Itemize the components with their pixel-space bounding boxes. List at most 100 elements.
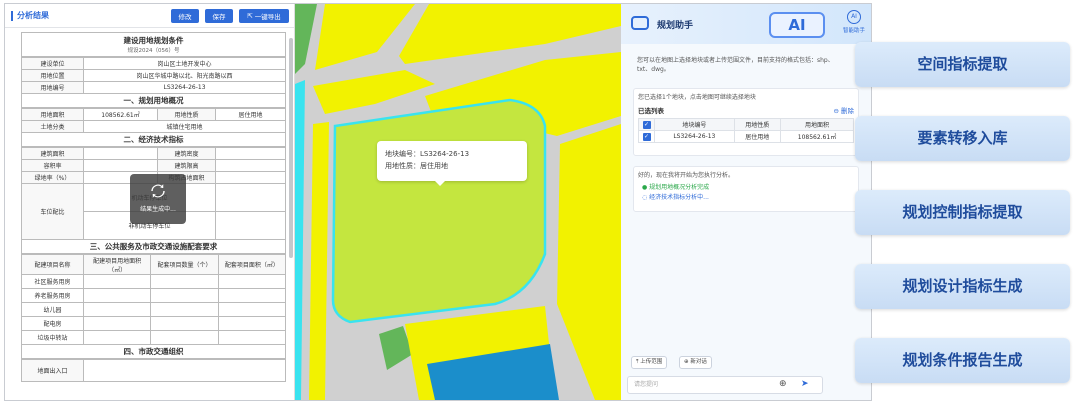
feature-element-import: 要素转移入库	[855, 116, 1070, 161]
row-area: 108562.61㎡	[779, 130, 855, 143]
step2-text: 经济技术指标分析中...	[649, 194, 709, 201]
facility-name: 养老服务用房	[21, 288, 84, 303]
intro-message: 您可以在地图上选择地块或者上传范围文件，目前支持的格式包括：shp、txt、dw…	[637, 57, 834, 73]
title-marker	[11, 10, 13, 21]
table-row: 幼儿园	[21, 302, 287, 317]
smart-assistant-button[interactable]: AI 智能助手	[839, 10, 869, 34]
parking-label: 车位配比	[21, 183, 84, 240]
delete-button[interactable]: ⊖ 删除	[833, 105, 854, 115]
unit-value: 岗山区土地开发中心	[83, 57, 286, 70]
check-icon: ●	[642, 184, 648, 191]
facility-header-land-area: 配建项目用地面积（㎡）	[82, 254, 152, 275]
step1-text: 规划用地概况分析完成	[649, 184, 710, 191]
save-button[interactable]: 保存	[205, 9, 233, 23]
step-running: ◌ 经济技术指标分析中...	[642, 193, 854, 203]
location-value: 岗山区华城中路以北、阳光南路以西	[83, 69, 286, 82]
planning-assistant-panel: 规划助手 AI AI 智能助手 您可以在地图上选择地块或者上传范围文件，目前支持…	[621, 4, 871, 400]
loading-icon: ◌	[642, 194, 648, 201]
upload-label: 上传范围	[640, 359, 663, 365]
scrollbar[interactable]	[289, 38, 293, 258]
land-overview-table: 用地面积 108562.61㎡ 用地性质 居住用地 土地分类 城镇住宅用地	[21, 108, 286, 133]
export-button[interactable]: ⇱ 一键导出	[239, 9, 289, 23]
entrance-label: 地面出入口	[21, 359, 84, 382]
export-icon: ⇱	[247, 12, 253, 20]
plot-tooltip: 地块编号：LS3264-26-13 用地性质：居住用地	[377, 141, 527, 186]
feature-design-indicator-generation: 规划设计指标生成	[855, 264, 1070, 309]
facility-header-count: 配套项目数量（个）	[150, 254, 219, 275]
upload-range-button[interactable]: ⤒ 上传范围	[631, 356, 668, 369]
analysis-card: 好的，现在我将开始为您执行分析。 ● 规划用地概况分析完成 ◌ 经济技术指标分析…	[633, 166, 859, 212]
smart-assistant-label: 智能助手	[842, 28, 865, 34]
row-nature: 居住用地	[733, 130, 781, 143]
row-checkbox[interactable]: ✓	[642, 132, 651, 141]
location-label: 用地位置	[21, 69, 84, 82]
feature-spatial-indicator-extraction: 空间指标提取	[855, 42, 1070, 87]
feature-report-generation: 规划条件报告生成	[855, 338, 1070, 383]
table-row: 垃圾中转站	[21, 330, 287, 345]
facility-name: 垃圾中转站	[21, 330, 84, 345]
upload-icon: ⤒	[636, 359, 639, 365]
loading-text: 结果生成中...	[140, 206, 176, 213]
table-row: 养老服务用房	[21, 288, 287, 303]
ai-assistant-icon: AI	[847, 10, 861, 24]
far-label: 容积率	[21, 159, 84, 172]
app-frame: 分析结果 修改 保存 ⇱ 一键导出 建设用地规划条件 规设2024（056）号 …	[4, 3, 872, 401]
loading-overlay: 结果生成中...	[130, 174, 186, 224]
row-plot-id: LS3264-26-13	[654, 130, 735, 143]
ai-badge: AI	[769, 12, 825, 38]
selected-plots-table: ✓ 地块编号 用地性质 用地面积 ✓ LS3264-26-13 居住用地 108…	[638, 118, 855, 143]
selected-list-title: 已选列表	[638, 107, 664, 115]
delete-icon: ⊖	[833, 107, 839, 115]
map-canvas[interactable]	[295, 4, 621, 400]
new-chat-button[interactable]: ⊕ 新对话	[679, 356, 712, 369]
feature-control-indicator-extraction: 规划控制指标提取	[855, 190, 1070, 235]
question-input[interactable]: 请您提问	[627, 376, 823, 394]
table-row: 社区服务用房	[21, 274, 287, 289]
edit-button[interactable]: 修改	[171, 9, 199, 23]
send-icon[interactable]: ➤	[801, 379, 809, 389]
section-economic-indicators: 二、经济技术指标	[21, 133, 286, 147]
facilities-table: 配建项目名称 配建项目用地面积（㎡） 配套项目数量（个） 配套项目面积（㎡） 社…	[21, 254, 287, 345]
plot-id-value: LS3264-26-13	[83, 81, 286, 94]
density-label: 建筑密度	[157, 147, 216, 160]
delete-label: 删除	[841, 107, 854, 115]
selected-plot-LS3264-26-13[interactable]	[331, 98, 547, 324]
doc-subtitle: 规设2024（056）号	[127, 48, 180, 54]
assistant-header: 规划助手 AI AI 智能助手	[621, 4, 871, 44]
facility-name: 幼儿园	[21, 302, 84, 317]
facility-header-area: 配套项目面积（㎡）	[217, 254, 287, 275]
area-value: 108562.61㎡	[83, 108, 158, 121]
unit-label: 建设单位	[21, 57, 84, 70]
land-class-value: 城镇住宅用地	[83, 120, 286, 133]
analysis-message: 好的，现在我将开始为您执行分析。	[638, 172, 735, 179]
step-complete: ● 规划用地概况分析完成	[642, 183, 854, 193]
assistant-title: 规划助手	[657, 21, 694, 31]
facility-header-name: 配建项目名称	[21, 254, 84, 275]
tooltip-plot-id: 地块编号：LS3264-26-13	[385, 150, 470, 158]
panel-title: 分析结果	[17, 11, 49, 20]
floor-area-label: 建筑面积	[21, 147, 84, 160]
traffic-table: 地面出入口	[21, 359, 286, 382]
table-row: 配电房	[21, 316, 287, 331]
table-row[interactable]: ✓ LS3264-26-13 居住用地 108562.61㎡	[638, 130, 855, 143]
export-label: 一键导出	[254, 13, 281, 21]
height-limit-label: 建筑限高	[157, 159, 216, 172]
nature-label: 用地性质	[157, 108, 216, 121]
land-class-label: 土地分类	[21, 120, 84, 133]
tooltip-plot-nature: 用地性质：居住用地	[385, 162, 448, 170]
col-area: 用地面积	[779, 118, 855, 131]
doc-title-block: 建设用地规划条件 规设2024（056）号	[21, 32, 286, 57]
facility-name: 配电房	[21, 316, 84, 331]
new-chat-label: 新对话	[690, 359, 707, 365]
analysis-result-panel: 分析结果 修改 保存 ⇱ 一键导出 建设用地规划条件 规设2024（056）号 …	[5, 4, 295, 400]
attach-plus-icon[interactable]: ⊕	[779, 379, 787, 389]
map-view[interactable]: 地块编号：LS3264-26-13 用地性质：居住用地	[295, 4, 621, 400]
select-all-checkbox[interactable]: ✓	[642, 120, 651, 129]
area-label: 用地面积	[21, 108, 84, 121]
green-ratio-label: 绿地率（%）	[21, 171, 84, 184]
selection-card: 您已选择1个地块，点击地图可继续选择地块 已选列表 ⊖ 删除 ✓ 地块编号 用地…	[633, 88, 859, 156]
col-plot-id: 地块编号	[654, 118, 735, 131]
selected-count-message: 您已选择1个地块，点击地图可继续选择地块	[638, 94, 756, 101]
robot-icon	[631, 16, 649, 30]
loading-spinner-icon	[151, 184, 165, 198]
